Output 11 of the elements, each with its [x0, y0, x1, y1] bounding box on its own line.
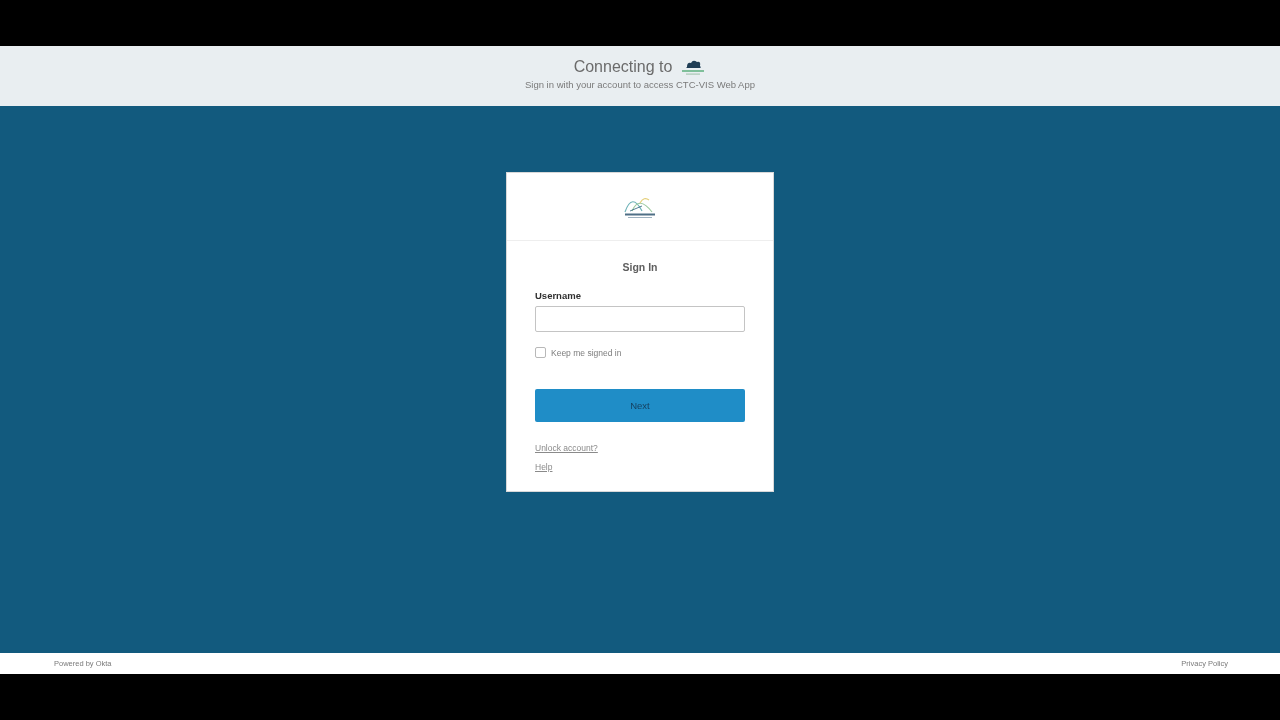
username-field[interactable]: [535, 306, 745, 332]
keep-signed-in-label: Keep me signed in: [551, 347, 622, 358]
logo-icon: [680, 58, 707, 76]
username-label: Username: [535, 290, 581, 301]
connecting-title: Connecting to: [573, 58, 673, 76]
remember-checkbox[interactable]: [535, 347, 546, 358]
header-subtitle: Sign in with your account to access CTC-VIS Web App: [524, 79, 755, 90]
unlock-account-link[interactable]: Unlock account?: [535, 442, 598, 454]
sign-in-heading: Sign In: [622, 261, 658, 273]
next-button[interactable]: Next: [535, 389, 745, 422]
help-link[interactable]: Help: [535, 461, 553, 473]
